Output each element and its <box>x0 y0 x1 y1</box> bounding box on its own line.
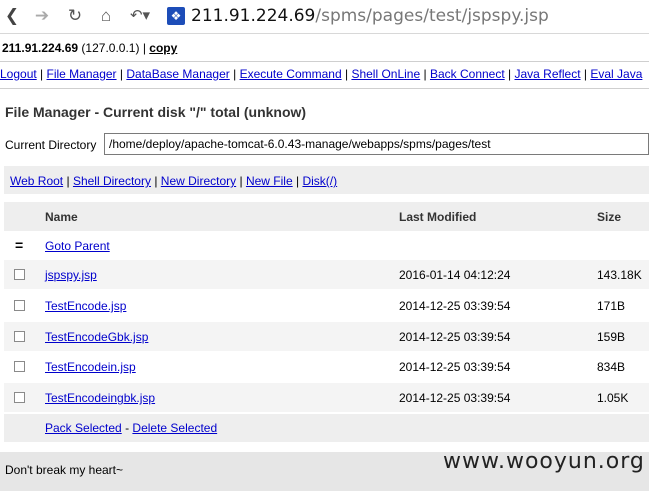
header-name: Name <box>45 210 78 224</box>
host-local: (127.0.0.1) <box>81 41 140 55</box>
directory-links-bar: Web Root | Shell Directory | New Directo… <box>4 166 649 194</box>
menu-eval-java[interactable]: Eval Java <box>590 67 642 81</box>
file-size: 143.18K <box>597 268 642 282</box>
file-size: 1.05K <box>597 391 629 405</box>
current-directory-input[interactable] <box>104 133 649 155</box>
reload-icon[interactable]: ↻ <box>66 7 84 25</box>
table-row: TestEncodein.jsp 2014-12-25 03:39:54 834… <box>4 352 649 381</box>
file-link[interactable]: TestEncodeingbk.jsp <box>45 391 155 405</box>
page-title: File Manager - Current disk "/" total (u… <box>5 104 307 120</box>
file-size: 159B <box>597 330 626 344</box>
select-checkbox[interactable] <box>14 392 25 403</box>
file-size: 834B <box>597 360 626 374</box>
divider <box>0 61 649 62</box>
file-link[interactable]: jspspy.jsp <box>45 268 97 282</box>
divider <box>0 88 649 89</box>
watermark: www.wooyun.org <box>443 449 645 474</box>
new-file-link[interactable]: New File <box>246 174 293 188</box>
history-icon[interactable]: ↶▾ <box>126 7 154 25</box>
file-size: 171B <box>597 299 626 313</box>
file-modified: 2014-12-25 03:39:54 <box>399 299 511 313</box>
actions-dash: - <box>125 421 130 435</box>
url-host: 211.91.224.69 <box>191 6 316 26</box>
web-root-link[interactable]: Web Root <box>10 174 63 188</box>
disk-link[interactable]: Disk(/) <box>302 174 337 188</box>
menu-execute-command[interactable]: Execute Command <box>240 67 342 81</box>
menu-back-connect[interactable]: Back Connect <box>430 67 505 81</box>
selection-actions: Pack Selected - Delete Selected <box>4 414 649 442</box>
select-checkbox[interactable] <box>14 331 25 342</box>
copy-link[interactable]: copy <box>149 41 177 55</box>
table-row: TestEncode.jsp 2014-12-25 03:39:54 171B <box>4 291 649 320</box>
file-modified: 2014-12-25 03:39:54 <box>399 360 511 374</box>
select-checkbox[interactable] <box>14 269 25 280</box>
file-link[interactable]: TestEncode.jsp <box>45 299 126 313</box>
host-sep: | <box>142 41 146 55</box>
file-link[interactable]: TestEncodeGbk.jsp <box>45 330 148 344</box>
file-modified: 2016-01-14 04:12:24 <box>399 268 511 282</box>
new-directory-link[interactable]: New Directory <box>161 174 236 188</box>
menu-database-manager[interactable]: DataBase Manager <box>126 67 229 81</box>
pack-selected-link[interactable]: Pack Selected <box>45 421 122 435</box>
file-modified: 2014-12-25 03:39:54 <box>399 330 511 344</box>
menu-file-manager[interactable]: File Manager <box>47 67 117 81</box>
host-info: 211.91.224.69 (127.0.0.1) | copy <box>2 41 177 55</box>
file-link[interactable]: TestEncodein.jsp <box>45 360 136 374</box>
header-size: Size <box>597 210 622 224</box>
menu-java-reflect[interactable]: Java Reflect <box>515 67 581 81</box>
current-directory-label: Current Directory <box>5 138 97 152</box>
parent-marker: = <box>15 237 24 253</box>
delete-selected-link[interactable]: Delete Selected <box>132 421 217 435</box>
file-modified: 2014-12-25 03:39:54 <box>399 391 511 405</box>
table-header: Name Last Modified Size <box>4 202 649 231</box>
select-checkbox[interactable] <box>14 361 25 372</box>
forward-icon[interactable]: ➔ <box>33 7 51 25</box>
url-path: /spms/pages/test/jspspy.jsp <box>315 6 549 26</box>
main-menu: Logout | File Manager | DataBase Manager… <box>0 67 643 81</box>
shell-directory-link[interactable]: Shell Directory <box>73 174 151 188</box>
header-modified: Last Modified <box>399 210 477 224</box>
select-checkbox[interactable] <box>14 300 25 311</box>
site-icon: ❖ <box>167 7 185 25</box>
goto-parent-row: = Goto Parent <box>4 231 649 260</box>
table-row: TestEncodeingbk.jsp 2014-12-25 03:39:54 … <box>4 383 649 412</box>
footer-text: Don't break my heart~ <box>5 463 124 477</box>
address-bar[interactable]: 211.91.224.69/spms/pages/test/jspspy.jsp <box>191 5 549 27</box>
host-ip: 211.91.224.69 <box>2 41 79 55</box>
home-icon[interactable]: ⌂ <box>96 7 116 25</box>
menu-shell-online[interactable]: Shell OnLine <box>351 67 420 81</box>
goto-parent-link[interactable]: Goto Parent <box>45 239 110 253</box>
table-row: TestEncodeGbk.jsp 2014-12-25 03:39:54 15… <box>4 322 649 351</box>
browser-toolbar: ❮ ➔ ↻ ⌂ ↶▾ ❖ 211.91.224.69/spms/pages/te… <box>0 0 649 34</box>
table-row: jspspy.jsp 2016-01-14 04:12:24 143.18K <box>4 260 649 289</box>
menu-logout[interactable]: Logout <box>0 67 37 81</box>
back-icon[interactable]: ❮ <box>3 7 21 25</box>
